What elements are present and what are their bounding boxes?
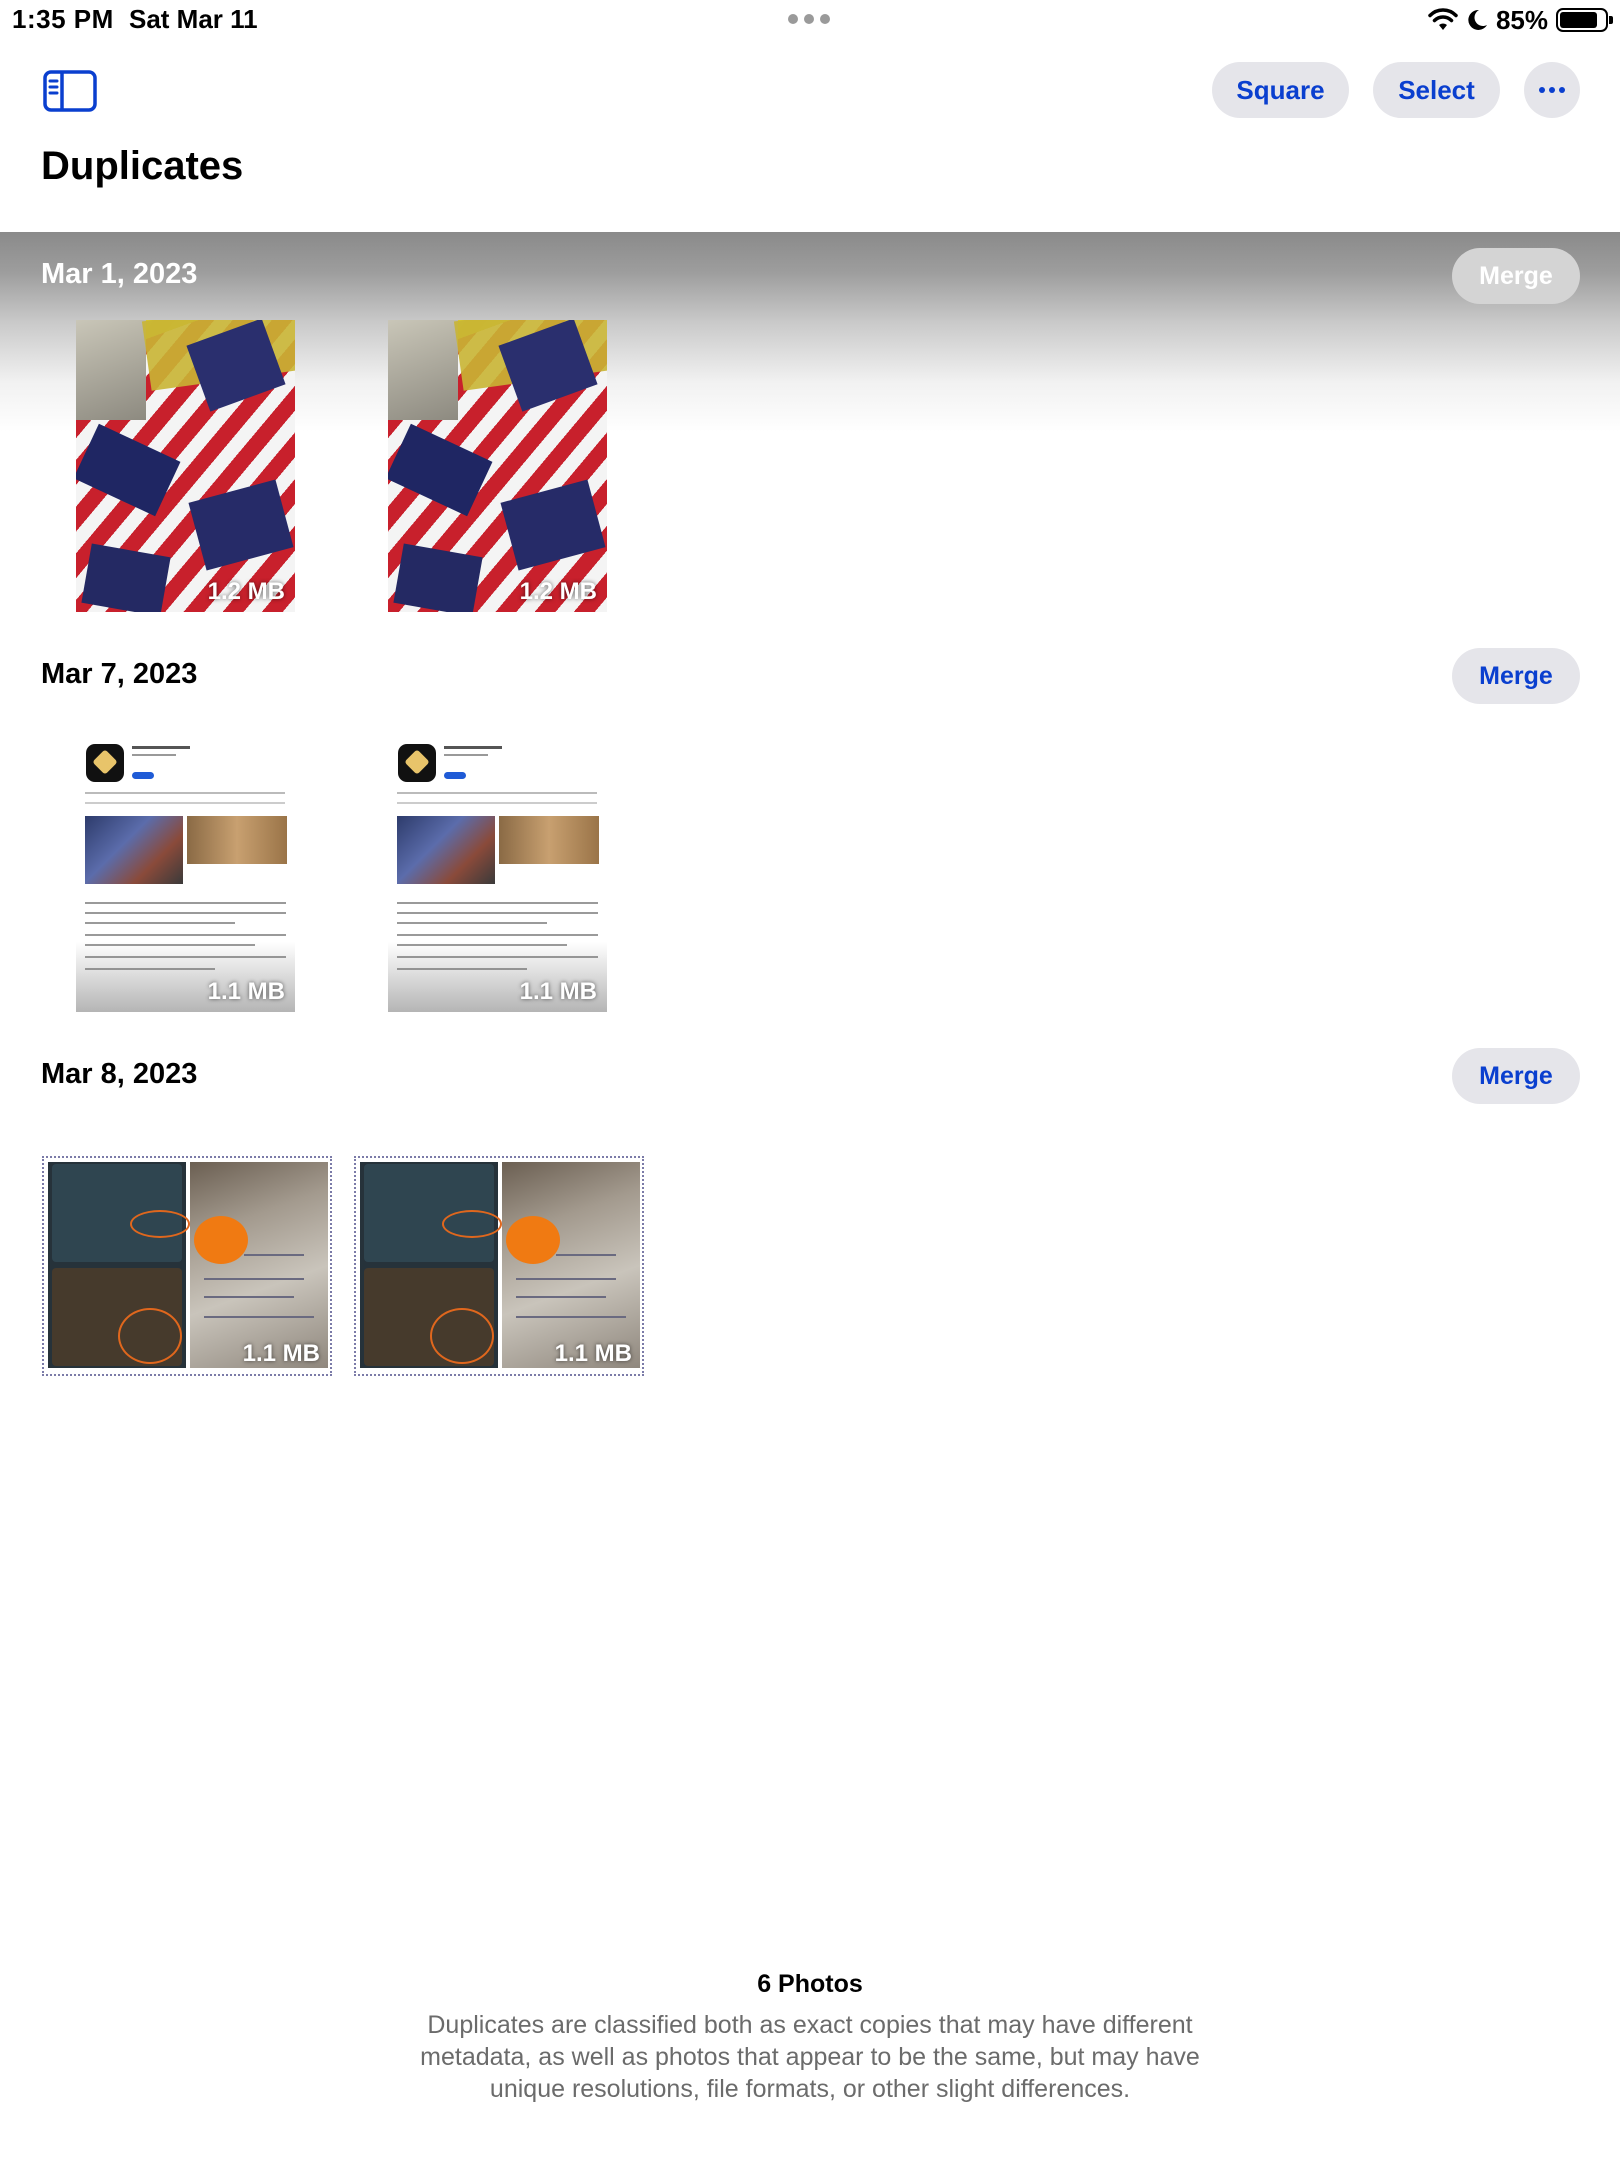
- moon-icon: [1468, 9, 1487, 30]
- merge-button[interactable]: Merge: [1452, 248, 1580, 304]
- photo-thumbnail[interactable]: 1.1 MB: [76, 720, 295, 1012]
- photo-count: 6 Photos: [757, 1970, 863, 1998]
- status-time: 1:35 PM: [12, 4, 114, 34]
- group-date: Mar 8, 2023: [41, 1058, 198, 1090]
- file-size-label: 1.1 MB: [207, 978, 285, 1005]
- status-bar: 1:35 PM Sat Mar 11 85%: [0, 0, 1620, 40]
- duplicate-group: Mar 1, 2023 Merge 1.2 MB 1.2 MB: [0, 232, 1620, 620]
- file-size-label: 1.1 MB: [554, 1340, 632, 1367]
- square-button[interactable]: Square: [1212, 62, 1349, 118]
- ellipsis-icon: [1539, 87, 1565, 93]
- footer: 6 Photos Duplicates are classified both …: [0, 1970, 1620, 2105]
- group-date: Mar 1, 2023: [41, 258, 198, 290]
- battery-percentage: 85%: [1495, 4, 1548, 35]
- photo-thumbnail[interactable]: 1.1 MB: [42, 1156, 332, 1376]
- duplicate-group: Mar 7, 2023 Merge 1.1 MB 1.1 MB: [0, 632, 1620, 1020]
- photo-thumbnail[interactable]: 1.2 MB: [388, 320, 607, 612]
- file-size-label: 1.1 MB: [519, 978, 597, 1005]
- file-size-label: 1.1 MB: [242, 1340, 320, 1367]
- battery-icon: [1556, 8, 1613, 32]
- file-size-label: 1.2 MB: [207, 578, 285, 605]
- group-date: Mar 7, 2023: [41, 658, 198, 690]
- photo-thumbnail[interactable]: 1.2 MB: [76, 320, 295, 612]
- merge-button[interactable]: Merge: [1452, 648, 1580, 704]
- file-size-label: 1.2 MB: [519, 578, 597, 605]
- wifi-icon: [1428, 8, 1458, 30]
- status-date: Sat Mar 11: [129, 4, 258, 34]
- sidebar-icon[interactable]: [43, 70, 97, 112]
- footer-description: Duplicates are classified both as exact …: [420, 2011, 1200, 2103]
- more-options-button[interactable]: [1524, 62, 1580, 118]
- page-title: Duplicates: [41, 144, 244, 188]
- photo-thumbnail[interactable]: 1.1 MB: [388, 720, 607, 1012]
- select-button[interactable]: Select: [1373, 62, 1500, 118]
- multitasking-dots-icon[interactable]: [788, 14, 830, 24]
- merge-button[interactable]: Merge: [1452, 1048, 1580, 1104]
- duplicate-group: Mar 8, 2023 Merge 1.1 MB 1.1 MB: [0, 1032, 1620, 1420]
- photo-thumbnail[interactable]: 1.1 MB: [354, 1156, 644, 1376]
